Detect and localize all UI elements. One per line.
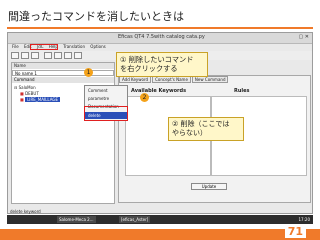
save-icon[interactable] <box>31 52 39 59</box>
tab-concept-name[interactable]: Concept's Name <box>152 76 191 83</box>
open-icon[interactable] <box>21 52 29 59</box>
step-badge-2: 2 <box>140 93 149 102</box>
callout-step-1-line2: を右クリックする <box>120 64 178 73</box>
callout-step-1: ① 削除したいコマンド を右クリックする <box>116 52 208 77</box>
tree-header: Command <box>12 77 114 83</box>
highlight-box-delete <box>84 106 128 121</box>
cut-icon[interactable] <box>44 52 52 59</box>
rules-heading: Rules <box>234 88 250 94</box>
callout-step-1-line1: ① 削除したいコマンド <box>120 55 194 64</box>
top-divider <box>7 27 313 29</box>
callout-step-2-line1: ② 削除（ここでは <box>172 120 230 128</box>
slide-title: 間違ったコマンドを消したいときは <box>8 10 184 23</box>
tree-item-label: LIRE_MAILLAGE <box>25 97 60 102</box>
taskbar-clock: 17:20 <box>298 217 310 222</box>
menu-translation[interactable]: Translation <box>63 44 85 49</box>
context-menu-parametre[interactable]: parametre <box>85 95 127 102</box>
bottom-bar <box>0 229 320 240</box>
taskbar: Salome-Meca 2... [eficas_Aster] 17:20 <box>7 215 313 224</box>
command-tree-pane: Name No name 1 Command ⊟ SaloMon ■ DEBUT… <box>11 62 115 204</box>
editor-tabs: Add Keyword Concept's Name New Command <box>119 76 229 83</box>
available-keywords-heading: Available Keywords <box>131 88 187 94</box>
tree-item-salomon[interactable]: ⊟ SaloMon <box>14 85 36 90</box>
menu-file[interactable]: File <box>12 44 19 49</box>
window-controls[interactable]: ▢ ✕ <box>298 34 309 40</box>
name-input[interactable]: No name 1 <box>12 70 114 76</box>
taskbar-item-eficas[interactable]: [eficas_Aster] <box>119 216 151 223</box>
update-button[interactable]: Update <box>191 183 227 190</box>
step-badge-1: 1 <box>84 68 93 77</box>
window-title: Eficas QT4 7.5with catalog cata.py <box>118 34 205 40</box>
taskbar-item-salome[interactable]: Salome-Meca 2... <box>57 216 96 223</box>
tree-item-label: DEBUT <box>25 91 39 96</box>
context-menu-comment[interactable]: Comment <box>85 87 127 94</box>
paste-icon[interactable] <box>64 52 72 59</box>
window-titlebar: Eficas QT4 7.5with catalog cata.py ▢ ✕ <box>8 33 312 44</box>
new-icon[interactable] <box>11 52 19 59</box>
highlight-box-command <box>30 44 58 50</box>
menu-options[interactable]: Options <box>90 44 105 49</box>
tab-new-command[interactable]: New Command <box>191 76 229 83</box>
copy-icon[interactable] <box>54 52 62 59</box>
callout-step-2-line2: やらない） <box>172 129 207 137</box>
tree-item-lire-maillage[interactable]: ■ LIRE_MAILLAGE <box>20 97 60 102</box>
page-number: 71 <box>284 225 306 238</box>
tree-item-label: SaloMon <box>18 85 36 90</box>
tab-add-keyword[interactable]: Add Keyword <box>119 76 152 83</box>
callout-step-2: ② 削除（ここでは やらない） <box>168 117 244 141</box>
tree-item-debut[interactable]: ■ DEBUT <box>20 91 39 96</box>
name-header: Name <box>12 63 114 69</box>
delete-icon[interactable] <box>74 52 82 59</box>
